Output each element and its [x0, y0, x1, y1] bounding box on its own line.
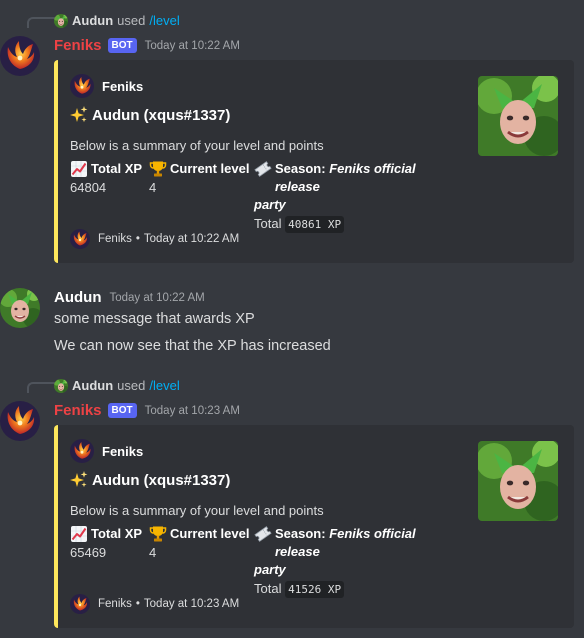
- embed-description: Below is a summary of your level and poi…: [70, 138, 324, 153]
- bot-tag-badge: BOT: [107, 38, 137, 53]
- field-name-prefix: Season:: [275, 526, 330, 541]
- message-timestamp[interactable]: Today at 10:22 AM: [145, 40, 240, 52]
- embed-footer-icon: [70, 229, 90, 249]
- footer-timestamp: Today at 10:23 AM: [143, 598, 240, 610]
- field-current-level: Current level 4: [149, 160, 249, 198]
- bot-tag-badge: BOT: [107, 403, 137, 418]
- field-current-level: Current level 4: [149, 525, 249, 563]
- field-season: Season: Feniks official release party To…: [254, 525, 464, 600]
- footer-separator: •: [135, 598, 140, 610]
- footer-timestamp: Today at 10:22 AM: [143, 233, 240, 245]
- embed-author-name: Feniks: [102, 443, 144, 459]
- field-season: Season: Feniks official release party To…: [254, 160, 464, 235]
- sparkles-icon: [70, 471, 88, 489]
- slash-command[interactable]: /level: [149, 13, 179, 28]
- replied-user-avatar[interactable]: [54, 14, 68, 28]
- season-total-label: Total: [254, 216, 282, 231]
- footer-separator: •: [135, 233, 140, 245]
- trophy-icon: [149, 525, 167, 543]
- embed-author: Feniks: [70, 74, 143, 98]
- replied-user-name[interactable]: Audun: [72, 378, 113, 393]
- embed-thumbnail[interactable]: [478, 76, 558, 156]
- field-value: 4: [149, 545, 157, 560]
- message-timestamp[interactable]: Today at 10:22 AM: [109, 292, 204, 304]
- embed-footer: Feniks • Today at 10:23 AM: [70, 594, 239, 614]
- reply-connector: [27, 382, 55, 393]
- footer-text: Feniks: [98, 598, 132, 610]
- chart-increasing-icon: [70, 525, 88, 543]
- bot-avatar[interactable]: [0, 36, 40, 76]
- bot-avatar[interactable]: [0, 401, 40, 441]
- footer-text: Feniks: [98, 233, 132, 245]
- ticket-icon: [254, 525, 272, 543]
- field-value: 65469: [70, 545, 107, 560]
- field-name: Current level: [170, 526, 250, 541]
- field-name-prefix: Season:: [275, 161, 330, 176]
- bot-username[interactable]: Feniks: [54, 402, 102, 419]
- season-total-label: Total: [254, 581, 282, 596]
- field-season-name-cont: party: [254, 562, 286, 577]
- slash-command[interactable]: /level: [149, 378, 179, 393]
- sparkles-icon: [70, 106, 88, 124]
- embed-description: Below is a summary of your level and poi…: [70, 503, 324, 518]
- reply-context[interactable]: Audun used /level: [54, 378, 180, 393]
- level-embed: Feniks Audun (xqus#1337) Below is a summ…: [54, 60, 574, 263]
- field-value: 64804: [70, 180, 107, 195]
- user-avatar[interactable]: [0, 288, 40, 328]
- field-value: 4: [149, 180, 157, 195]
- level-embed: Feniks Audun (xqus#1337) Below is a summ…: [54, 425, 574, 628]
- trophy-icon: [149, 160, 167, 178]
- message-timestamp[interactable]: Today at 10:23 AM: [145, 405, 240, 417]
- field-season-name-cont: party: [254, 197, 286, 212]
- embed-title: Audun (xqus#1337): [70, 106, 230, 124]
- bot-username[interactable]: Feniks: [54, 37, 102, 54]
- reply-verb: used: [117, 378, 146, 393]
- field-name: Current level: [170, 161, 250, 176]
- embed-thumbnail[interactable]: [478, 441, 558, 521]
- embed-title: Audun (xqus#1337): [70, 471, 230, 489]
- reply-context[interactable]: Audun used /level: [54, 13, 180, 28]
- message-header: Feniks BOT Today at 10:23 AM: [54, 402, 240, 419]
- embed-footer: Feniks • Today at 10:22 AM: [70, 229, 239, 249]
- field-value: Total 41526 XP: [254, 579, 464, 600]
- message-line: some message that awards XP: [54, 311, 255, 327]
- embed-footer-icon: [70, 594, 90, 614]
- embed-title-text: Audun (xqus#1337): [92, 106, 231, 124]
- embed-author-icon: [70, 439, 94, 463]
- embed-title-text: Audun (xqus#1337): [92, 471, 231, 489]
- replied-user-avatar[interactable]: [54, 379, 68, 393]
- field-value: Total 40861 XP: [254, 214, 464, 235]
- embed-author-name: Feniks: [102, 78, 144, 94]
- ticket-icon: [254, 160, 272, 178]
- field-name: Total XP: [91, 526, 143, 541]
- season-total-xp: 41526 XP: [285, 581, 345, 598]
- field-name: Total XP: [91, 161, 143, 176]
- reply-verb: used: [117, 13, 146, 28]
- season-total-xp: 40861 XP: [285, 216, 345, 233]
- field-total-xp: Total XP 64804: [70, 160, 142, 198]
- embed-author-icon: [70, 74, 94, 98]
- chart-increasing-icon: [70, 160, 88, 178]
- embed-author: Feniks: [70, 439, 143, 463]
- message-line: We can now see that the XP has increased: [54, 338, 331, 354]
- message-header: Feniks BOT Today at 10:22 AM: [54, 37, 240, 54]
- reply-connector: [27, 17, 55, 28]
- user-username[interactable]: Audun: [54, 289, 101, 306]
- replied-user-name[interactable]: Audun: [72, 13, 113, 28]
- field-total-xp: Total XP 65469: [70, 525, 142, 563]
- message-header: Audun Today at 10:22 AM: [54, 289, 205, 306]
